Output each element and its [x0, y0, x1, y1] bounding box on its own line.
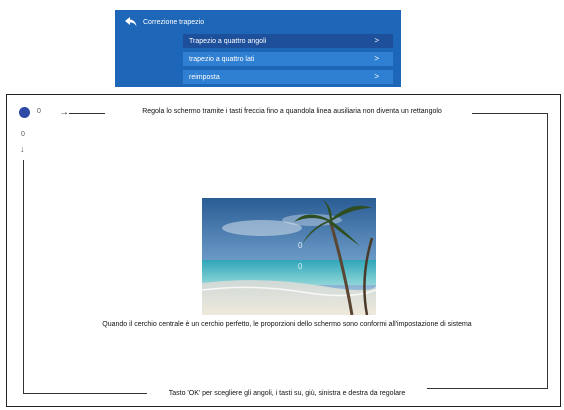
back-arrow-icon[interactable] — [125, 17, 137, 27]
menu-item-label: trapezio a quattro lati — [189, 55, 255, 63]
preview-value-2: 0 — [298, 262, 303, 271]
preview-value-1: 0 — [298, 241, 303, 250]
menu-header[interactable]: Correzione trapezio — [125, 14, 204, 30]
preview-image: 0 0 — [202, 198, 376, 315]
guide-line-right — [547, 113, 548, 388]
keystone-menu: Correzione trapezio Trapezio a quattro a… — [115, 10, 401, 87]
chevron-right-icon: > — [374, 54, 379, 63]
chevron-right-icon: > — [374, 72, 379, 81]
guide-line-top-left — [69, 113, 105, 114]
instruction-top: Regola lo schermo tramite i tasti frecci… — [112, 108, 472, 115]
menu-item-label: Trapezio a quattro angoli — [189, 37, 267, 45]
left-value: 0 — [21, 131, 25, 138]
top-value: 0 — [37, 108, 41, 115]
guide-line-top-right — [472, 113, 547, 114]
control-dot-icon[interactable] — [19, 107, 30, 118]
menu-item-four-sides[interactable]: trapezio a quattro lati > — [183, 52, 393, 66]
guide-line-bottom-right — [427, 388, 548, 389]
menu-item-four-corners[interactable]: Trapezio a quattro angoli > — [183, 34, 393, 48]
arrow-down-icon: ↓ — [20, 144, 25, 154]
chevron-right-icon: > — [374, 36, 379, 45]
guide-line-left — [23, 160, 24, 393]
menu-title: Correzione trapezio — [143, 18, 205, 26]
arrow-right-icon: → — [59, 107, 69, 118]
instruction-bottom: Tasto 'OK' per scegliere gli angoli, i t… — [168, 390, 406, 397]
instruction-middle: Quando il cerchio centrale è un cerchio … — [102, 321, 472, 328]
menu-item-label: reimposta — [189, 73, 220, 81]
guide-line-bottom-left — [23, 393, 147, 394]
keystone-adjust-screen: 0 → 0 ↓ Regola lo schermo tramite i tast… — [6, 94, 561, 407]
menu-item-reset[interactable]: reimposta > — [183, 70, 393, 84]
